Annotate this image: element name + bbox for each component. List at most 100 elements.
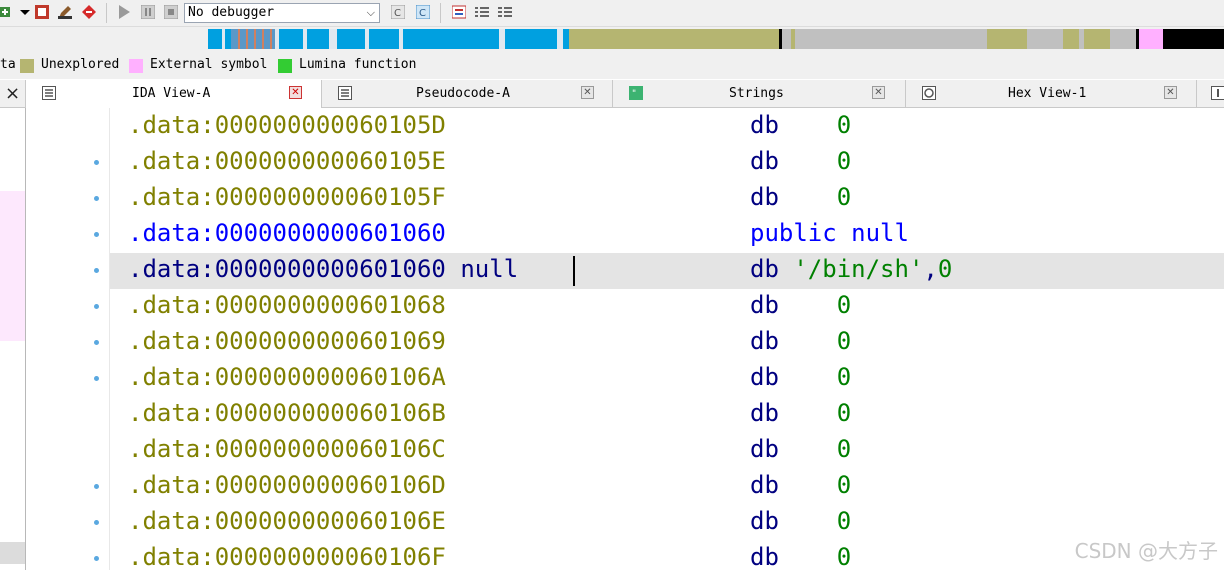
listing-line[interactable]: .data:000000000060106D db 0	[110, 469, 1224, 505]
listing-instruction: db 0	[750, 147, 851, 175]
close-icon[interactable]: ✕	[1164, 86, 1177, 99]
nav-segment-code	[307, 29, 329, 49]
svg-text:": "	[632, 89, 636, 99]
ida-view-icon	[42, 86, 56, 100]
listing-numeric-operand: 0	[837, 147, 851, 175]
xref-dot-icon	[94, 268, 99, 273]
listing-spacer	[779, 147, 837, 175]
listing-spacer	[779, 111, 837, 139]
left-panel[interactable]	[0, 108, 26, 570]
listing-instruction: db 0	[750, 543, 851, 571]
diamond-stop-icon[interactable]	[82, 5, 96, 19]
listing-numeric-operand: 0	[837, 111, 851, 139]
listing-line[interactable]: .data:0000000000601069db 0	[110, 325, 1224, 361]
strings-icon: "	[629, 86, 643, 100]
listing-address: .data:000000000060106E	[128, 507, 446, 535]
nav-segment-unexplored	[1084, 29, 1110, 49]
listing-mnemonic: db	[750, 363, 779, 391]
listing-spacer	[779, 291, 837, 319]
tab-overflow[interactable]	[1197, 80, 1224, 107]
stop-recording-icon[interactable]	[35, 5, 49, 19]
listing-line[interactable]: .data:000000000060106E db 0	[110, 505, 1224, 541]
listing-numeric-operand: 0	[837, 291, 851, 319]
outdent-list-icon[interactable]	[498, 5, 512, 19]
listing-line[interactable]: .data:0000000000601068db 0	[110, 289, 1224, 325]
tab-hex-view-1[interactable]: Hex View-1 ✕	[906, 80, 1197, 107]
listing-mnemonic: db	[750, 291, 779, 319]
listing-line[interactable]: .data:0000000000601060 nulldb '/bin/sh',…	[110, 253, 1224, 289]
tab-label: IDA View-A	[132, 86, 210, 101]
navigation-bar[interactable]	[208, 29, 1224, 49]
listing-instruction: db 0	[750, 507, 851, 535]
listing-spacer	[779, 255, 793, 283]
listing-line[interactable]: .data:000000000060106B db 0	[110, 397, 1224, 433]
listing-instruction: db 0	[750, 435, 851, 463]
tab-bar: IDA View-A ✕ Pseudocode-A ✕ " Strings ✕ …	[0, 80, 1224, 108]
close-icon[interactable]: ✕	[872, 86, 885, 99]
nav-segment-external	[1139, 29, 1163, 49]
plus-icon[interactable]	[0, 5, 14, 19]
tab-label: Pseudocode-A	[416, 86, 510, 101]
tab-ida-view-a[interactable]: IDA View-A ✕	[26, 80, 322, 108]
nav-segment-unexplored	[569, 29, 779, 49]
listing-operand-separator: ,	[923, 255, 937, 283]
listing-label[interactable]: null	[446, 255, 518, 283]
listing-line[interactable]: .data:000000000060106Fdb 0	[110, 541, 1224, 577]
xref-dot-icon	[94, 232, 99, 237]
listing-instruction: db 0	[750, 471, 851, 499]
disassembly-listing[interactable]: .data:000000000060105Ddb 0.data:00000000…	[109, 108, 1224, 570]
nav-segment-code	[208, 29, 222, 49]
xref-dot-icon	[94, 556, 99, 561]
listing-line[interactable]: .data:0000000000601060public null	[110, 217, 1224, 253]
legend-label: Lumina function	[299, 57, 416, 72]
listing-numeric-operand: 0	[938, 255, 952, 283]
listing-spacer	[779, 399, 837, 427]
debugger-select[interactable]: No debugger ⌵	[184, 3, 380, 23]
close-icon[interactable]: ✕	[581, 86, 594, 99]
tab-label: Strings	[729, 86, 784, 101]
listing-address: .data:0000000000601060 null	[128, 255, 518, 283]
close-panel-button[interactable]: ×	[0, 80, 26, 107]
left-panel-scrollbar[interactable]	[0, 542, 25, 564]
listing-instruction: db 0	[750, 183, 851, 211]
edit-icon[interactable]	[58, 5, 72, 19]
breakpoint-c-active-icon[interactable]: C	[416, 5, 430, 19]
nav-segment-code	[279, 29, 303, 49]
listing-line[interactable]: .data:000000000060106Cdb 0	[110, 433, 1224, 469]
list-icon[interactable]	[452, 5, 466, 19]
tab-pseudocode-a[interactable]: Pseudocode-A ✕	[322, 80, 613, 107]
listing-line[interactable]: .data:000000000060105Fdb 0	[110, 181, 1224, 217]
listing-address: .data:000000000060106D	[128, 471, 446, 499]
listing-line[interactable]: .data:000000000060105Ddb 0	[110, 109, 1224, 145]
listing-spacer	[779, 471, 837, 499]
close-icon[interactable]: ✕	[289, 86, 302, 99]
tab-strings[interactable]: " Strings ✕	[613, 80, 906, 107]
svg-text:C: C	[419, 8, 426, 19]
nav-segment-gap	[329, 29, 337, 49]
listing-line[interactable]: .data:000000000060105Edb 0	[110, 145, 1224, 181]
legend: ta Unexplored External symbol Lumina fun…	[0, 51, 1224, 79]
nav-segment-code-alt	[254, 29, 256, 49]
legend-item: Lumina function	[278, 56, 428, 74]
stop-icon[interactable]	[164, 5, 178, 19]
listing-instruction: public null	[750, 219, 909, 247]
listing-mnemonic: db	[750, 543, 779, 571]
dropdown-arrow-icon[interactable]	[18, 5, 32, 19]
breakpoint-c-icon[interactable]: C	[391, 5, 405, 19]
nav-segment-unexplored	[987, 29, 1027, 49]
nav-segment-code-alt	[270, 29, 272, 49]
indent-list-icon[interactable]	[475, 5, 489, 19]
play-icon[interactable]	[117, 5, 131, 19]
chevron-down-icon[interactable]: ⌵	[367, 6, 375, 20]
listing-instruction: db 0	[750, 399, 851, 427]
listing-mnemonic: db	[750, 399, 779, 427]
listing-instruction: db 0	[750, 111, 851, 139]
info-icon	[1211, 86, 1224, 100]
listing-line[interactable]: .data:000000000060106Adb 0	[110, 361, 1224, 397]
pause-icon[interactable]	[141, 5, 155, 19]
listing-address: .data:000000000060106B	[128, 399, 446, 427]
listing-address: .data:0000000000601069	[128, 327, 446, 355]
xref-dot-icon	[94, 376, 99, 381]
listing-mnemonic: db	[750, 147, 779, 175]
nav-segment-code	[369, 29, 399, 49]
